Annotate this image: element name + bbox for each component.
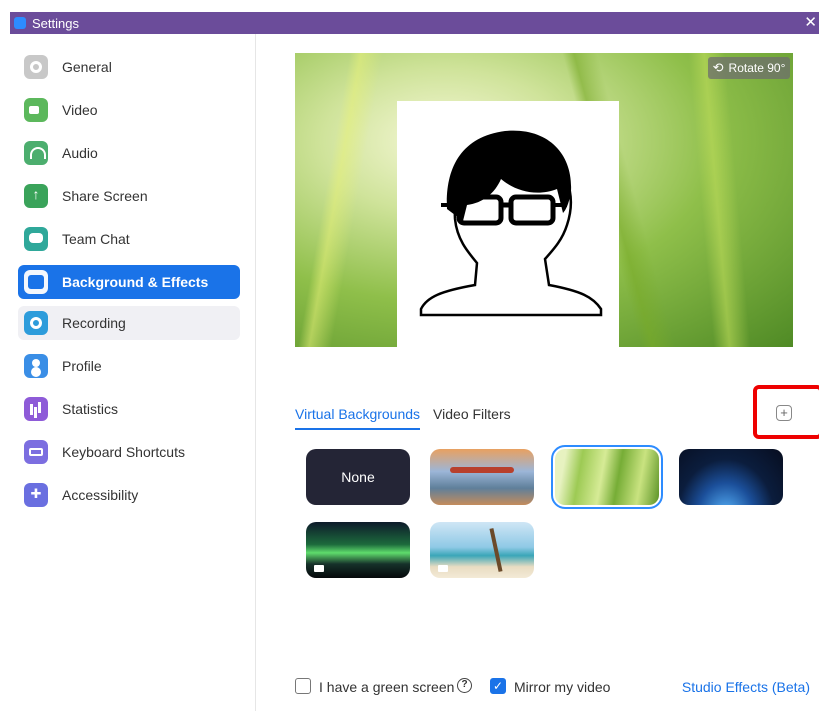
zoom-app-icon — [14, 17, 26, 29]
sidebar-item-recording[interactable]: Recording — [18, 306, 240, 340]
background-thumb-grass[interactable] — [551, 445, 663, 509]
sidebar-item-label: Accessibility — [62, 487, 139, 503]
background-thumb-golden-gate[interactable] — [430, 449, 534, 505]
sidebar-item-label: Share Screen — [62, 188, 148, 204]
tab-video-filters[interactable]: Video Filters — [433, 406, 511, 430]
sidebar-item-label: Recording — [62, 315, 126, 331]
sidebar-item-label: Video — [62, 102, 98, 118]
sidebar-item-label: Background & Effects — [62, 274, 209, 290]
sidebar-item-label: Audio — [62, 145, 98, 161]
sidebar-item-background-effects[interactable]: Background & Effects — [18, 265, 240, 299]
sidebar-item-keyboard-shortcuts[interactable]: Keyboard Shortcuts — [18, 435, 240, 469]
video-camera-icon — [438, 565, 448, 572]
video-camera-icon — [24, 98, 48, 122]
accessibility-icon — [24, 483, 48, 507]
window-title: Settings — [32, 15, 79, 31]
green-screen-label: I have a green screen — [319, 679, 455, 695]
profile-icon — [24, 354, 48, 378]
share-screen-icon — [24, 184, 48, 208]
person-silhouette-icon — [419, 130, 603, 317]
background-thumb-beach[interactable] — [430, 522, 534, 578]
background-thumb-earth[interactable] — [679, 449, 783, 505]
video-preview: ⟲ Rotate 90° — [295, 53, 793, 347]
sidebar-item-accessibility[interactable]: Accessibility — [18, 478, 240, 512]
video-camera-icon — [314, 565, 324, 572]
sidebar-item-label: Statistics — [62, 401, 119, 417]
rotate-label: Rotate 90° — [728, 61, 786, 75]
sidebar-item-label: Profile — [62, 358, 102, 374]
sidebar-item-team-chat[interactable]: Team Chat — [18, 222, 240, 256]
studio-effects-link[interactable]: Studio Effects (Beta) — [682, 679, 810, 695]
tab-virtual-backgrounds[interactable]: Virtual Backgrounds — [295, 406, 421, 430]
background-thumb-aurora[interactable] — [306, 522, 410, 578]
sidebar-item-label: Team Chat — [62, 231, 130, 247]
sidebar-item-profile[interactable]: Profile — [18, 349, 240, 383]
sidebar-item-video[interactable]: Video — [18, 93, 240, 127]
background-icon — [24, 270, 48, 294]
mirror-video-label: Mirror my video — [514, 679, 611, 695]
help-icon[interactable]: ? — [457, 678, 472, 693]
sidebar-item-audio[interactable]: Audio — [18, 136, 240, 170]
keyboard-icon — [24, 440, 48, 464]
rotate-90-button[interactable]: ⟲ Rotate 90° — [708, 57, 790, 79]
user-avatar-placeholder — [397, 101, 619, 347]
sidebar-item-general[interactable]: General — [18, 50, 240, 84]
chat-bubble-icon — [24, 227, 48, 251]
footer-options: I have a green screen ? ✓ Mirror my vide… — [295, 678, 810, 698]
background-tabs: Virtual Backgrounds Video Filters — [295, 406, 524, 430]
gear-icon — [24, 55, 48, 79]
title-bar: Settings ✕ — [10, 12, 819, 34]
background-thumb-none[interactable]: None — [306, 449, 410, 505]
thumb-label: None — [341, 469, 375, 485]
record-icon — [24, 311, 48, 335]
headphones-icon — [24, 141, 48, 165]
add-background-button[interactable]: + — [776, 405, 792, 421]
statistics-icon — [24, 397, 48, 421]
sidebar-item-statistics[interactable]: Statistics — [18, 392, 240, 426]
settings-sidebar: General Video Audio Share Screen Team Ch… — [10, 34, 256, 711]
close-icon[interactable]: ✕ — [804, 13, 817, 31]
rotate-icon: ⟲ — [712, 60, 724, 75]
sidebar-item-label: General — [62, 59, 112, 75]
green-screen-checkbox[interactable] — [295, 678, 311, 694]
sidebar-item-share-screen[interactable]: Share Screen — [18, 179, 240, 213]
sidebar-item-label: Keyboard Shortcuts — [62, 444, 185, 460]
mirror-video-checkbox[interactable]: ✓ — [490, 678, 506, 694]
